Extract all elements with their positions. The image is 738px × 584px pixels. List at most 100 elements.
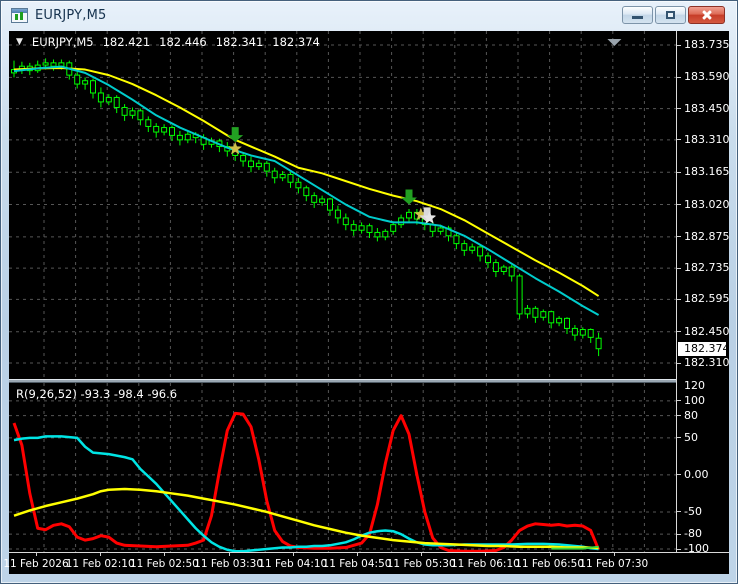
close-button[interactable] (688, 6, 725, 24)
candle-body (549, 312, 554, 323)
candle-body (438, 228, 443, 231)
candle-body (517, 276, 522, 314)
candle-body (272, 171, 277, 178)
price-axis-tick (677, 331, 681, 332)
time-axis-label: 11 Feb 06:50 (515, 558, 584, 570)
price-axis-tick (677, 299, 681, 300)
indicator-axis-tick (677, 549, 681, 550)
header-low: 182.341 (216, 35, 264, 49)
price-axis-tick (677, 268, 681, 269)
indicator-axis-tick (677, 474, 681, 475)
time-axis-tick (357, 553, 358, 556)
wpr-fast-red (14, 413, 599, 551)
candle-body (280, 174, 285, 177)
indicator-axis-tick (677, 415, 681, 416)
indicator-label: R(9,26,52) -93.3 -98.4 -96.6 (16, 387, 177, 401)
candle-body (43, 63, 48, 65)
indicator-axis-label: 100 (684, 394, 705, 407)
candle-body (328, 199, 333, 210)
indicator-pane[interactable]: R(9,26,52) -93.3 -98.4 -96.6 (9, 383, 676, 552)
candle-body (162, 128, 167, 132)
candle-body (541, 312, 546, 318)
time-axis-label: 11 Feb 04:10 (258, 558, 327, 570)
header-open: 182.421 (103, 35, 151, 49)
candle-body (391, 225, 396, 232)
price-axis-tick (677, 108, 681, 109)
candle-body (177, 135, 182, 139)
time-axis-tick (164, 553, 165, 556)
candle-body (493, 263, 498, 272)
candle-body (588, 330, 593, 338)
candle-body (185, 134, 190, 140)
indicator-axis-tick (677, 511, 681, 512)
price-axis-tick (677, 172, 681, 173)
time-axis-label: 11 Feb 05:30 (387, 558, 456, 570)
candle-body (91, 81, 96, 93)
header-close: 182.374 (272, 35, 320, 49)
candle-body (343, 218, 348, 225)
candle-body (170, 128, 175, 136)
price-axis-label: 183.020 (684, 198, 730, 211)
price-axis-label: 183.310 (684, 133, 730, 146)
close-icon (700, 9, 713, 22)
time-axis-label: 11 Feb 02:50 (130, 558, 199, 570)
candle-body (320, 199, 325, 202)
price-pane[interactable]: ▼ EURJPY,M5 182.421 182.446 182.341 182.… (9, 31, 676, 379)
indicator-axis-tick (677, 534, 681, 535)
candle-body (367, 226, 372, 233)
candle-body (312, 196, 317, 203)
price-axis[interactable]: 183.735183.590183.450183.310183.165183.0… (676, 31, 729, 552)
time-axis-tick (100, 553, 101, 556)
price-axis-label: 183.450 (684, 102, 730, 115)
candle-body (241, 155, 246, 161)
quote-panel-toggle-icon[interactable]: ▼ (16, 37, 23, 47)
minimize-icon (632, 16, 643, 19)
candle-body (557, 318, 562, 322)
candle-body (580, 330, 585, 336)
candle-body (106, 97, 111, 101)
indicator-axis-tick (677, 400, 681, 401)
price-axis-tick (677, 204, 681, 205)
time-axis[interactable]: 11 Feb 202611 Feb 02:1011 Feb 02:5011 Fe… (9, 552, 729, 574)
current-price-tag: 182.374 (678, 342, 726, 356)
candle-body (138, 111, 143, 120)
candle-body (154, 126, 159, 132)
candle-body (249, 161, 254, 167)
candle-body (122, 107, 127, 115)
candle-body (359, 226, 364, 230)
indicator-axis-label: 120 (684, 379, 705, 392)
window-title: EURJPY,M5 (35, 8, 107, 23)
time-axis-label: 11 Feb 04:50 (323, 558, 392, 570)
indicator-axis-label: -50 (684, 505, 702, 518)
candle-body (288, 174, 293, 182)
minimize-button[interactable] (622, 6, 653, 24)
candle-body (264, 163, 269, 171)
price-axis-label: 183.590 (684, 70, 730, 83)
time-axis-tick (36, 553, 37, 556)
indicator-axis-label: -100 (684, 542, 709, 555)
candle-body (565, 318, 570, 328)
candle-body (572, 328, 577, 335)
restore-icon (666, 11, 675, 19)
time-axis-tick (550, 553, 551, 556)
candle-body (525, 308, 530, 314)
candle-body (407, 212, 412, 218)
window-titlebar[interactable]: EURJPY,M5 (1, 1, 737, 31)
candle-body (462, 244, 467, 251)
restore-button[interactable] (655, 6, 686, 24)
price-axis-tick (677, 77, 681, 78)
chart-window-icon[interactable] (11, 8, 28, 23)
candle-body (501, 267, 506, 271)
indicator-axis-label: 50 (684, 431, 698, 444)
time-axis-tick (229, 553, 230, 556)
indicator-axis-tick (677, 437, 681, 438)
candle-body (351, 225, 356, 231)
time-axis-tick (485, 553, 486, 556)
header-high: 182.446 (159, 35, 207, 49)
price-axis-label: 182.310 (684, 356, 730, 369)
chart-header: ▼ EURJPY,M5 182.421 182.446 182.341 182.… (16, 35, 320, 49)
price-axis-tick (677, 363, 681, 364)
candle-body (375, 232, 380, 236)
candle-body (83, 81, 88, 84)
candle-body (454, 236, 459, 244)
